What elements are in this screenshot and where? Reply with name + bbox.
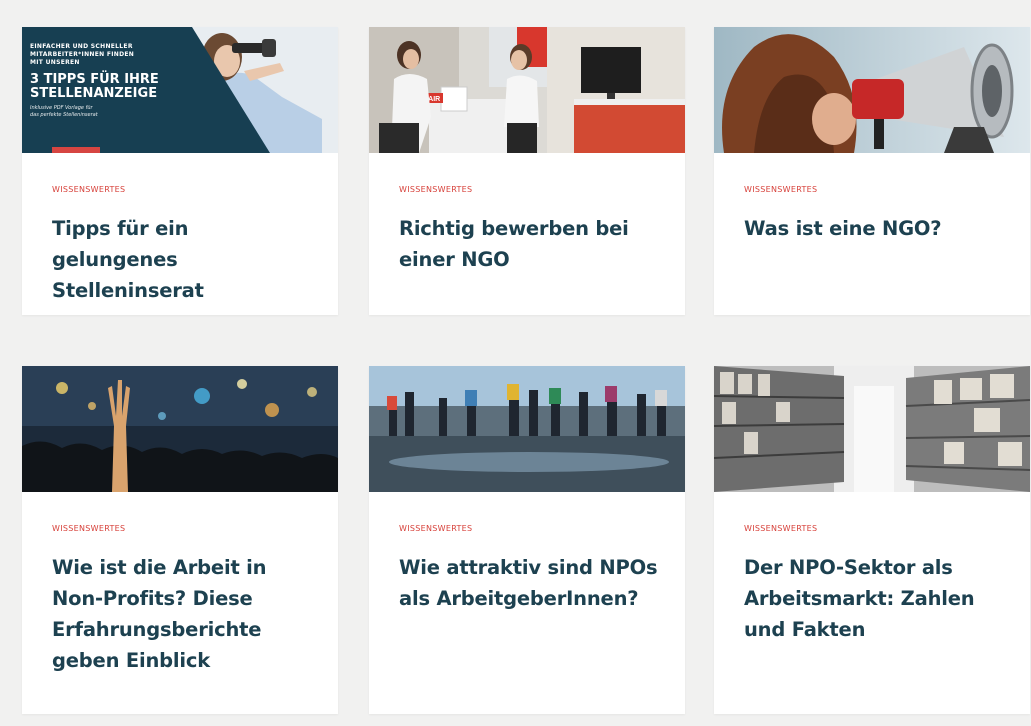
article-card[interactable]: WISSENSWERTES Wie ist die Arbeit in Non-… xyxy=(22,366,338,714)
banner-note: das perfekte Stelleninserat xyxy=(30,112,98,118)
article-image[interactable] xyxy=(714,27,1030,153)
category-label[interactable]: WISSENSWERTES xyxy=(399,185,472,194)
banner-note: Inklusive PDF Vorlage für xyxy=(30,105,93,111)
category-label[interactable]: WISSENSWERTES xyxy=(744,185,817,194)
promo-banner: EINFACHER UND SCHNELLER MITARBEITER*INNE… xyxy=(30,43,159,119)
article-title[interactable]: Wie ist die Arbeit in Non-Profits? Diese… xyxy=(52,552,320,676)
banner-headline: STELLENANZEIGE xyxy=(30,86,158,101)
banner-line: MIT UNSEREN xyxy=(30,59,80,66)
article-title[interactable]: Wie attraktiv sind NPOs als ArbeitgeberI… xyxy=(399,552,667,614)
article-card[interactable]: WISSENSWERTES Was ist eine NGO? xyxy=(714,27,1030,315)
article-image[interactable] xyxy=(22,366,338,492)
category-label[interactable]: WISSENSWERTES xyxy=(52,185,125,194)
article-card[interactable]: EINFACHER UND SCHNELLER MITARBEITER*INNE… xyxy=(22,27,338,315)
banner-headline: 3 TIPPS FÜR IHRE xyxy=(30,72,159,87)
article-image[interactable] xyxy=(714,366,1030,492)
article-card[interactable]: WISSENSWERTES Wie attraktiv sind NPOs al… xyxy=(369,366,685,714)
article-title[interactable]: Was ist eine NGO? xyxy=(744,213,1012,244)
banner-line: MITARBEITER*INNEN FINDEN xyxy=(30,51,135,58)
category-label[interactable]: WISSENSWERTES xyxy=(399,524,472,533)
article-card[interactable]: WISSENSWERTES Der NPO-Sektor als Arbeits… xyxy=(714,366,1030,714)
article-image[interactable]: EINFACHER UND SCHNELLER MITARBEITER*INNE… xyxy=(22,27,338,153)
article-title[interactable]: Richtig bewerben bei einer NGO xyxy=(399,213,667,275)
article-title[interactable]: Der NPO-Sektor als Arbeitsmarkt: Zahlen … xyxy=(744,552,1012,645)
article-image[interactable]: ON AIR xyxy=(369,27,685,153)
article-title[interactable]: Tipps für ein gelungenes Stelleninserat xyxy=(52,213,320,306)
banner-line: EINFACHER UND SCHNELLER xyxy=(30,43,133,50)
category-label[interactable]: WISSENSWERTES xyxy=(52,524,125,533)
article-card[interactable]: ON AIR WISSENSWERTES Richtig bewerben be… xyxy=(369,27,685,315)
article-image[interactable] xyxy=(369,366,685,492)
category-label[interactable]: WISSENSWERTES xyxy=(744,524,817,533)
